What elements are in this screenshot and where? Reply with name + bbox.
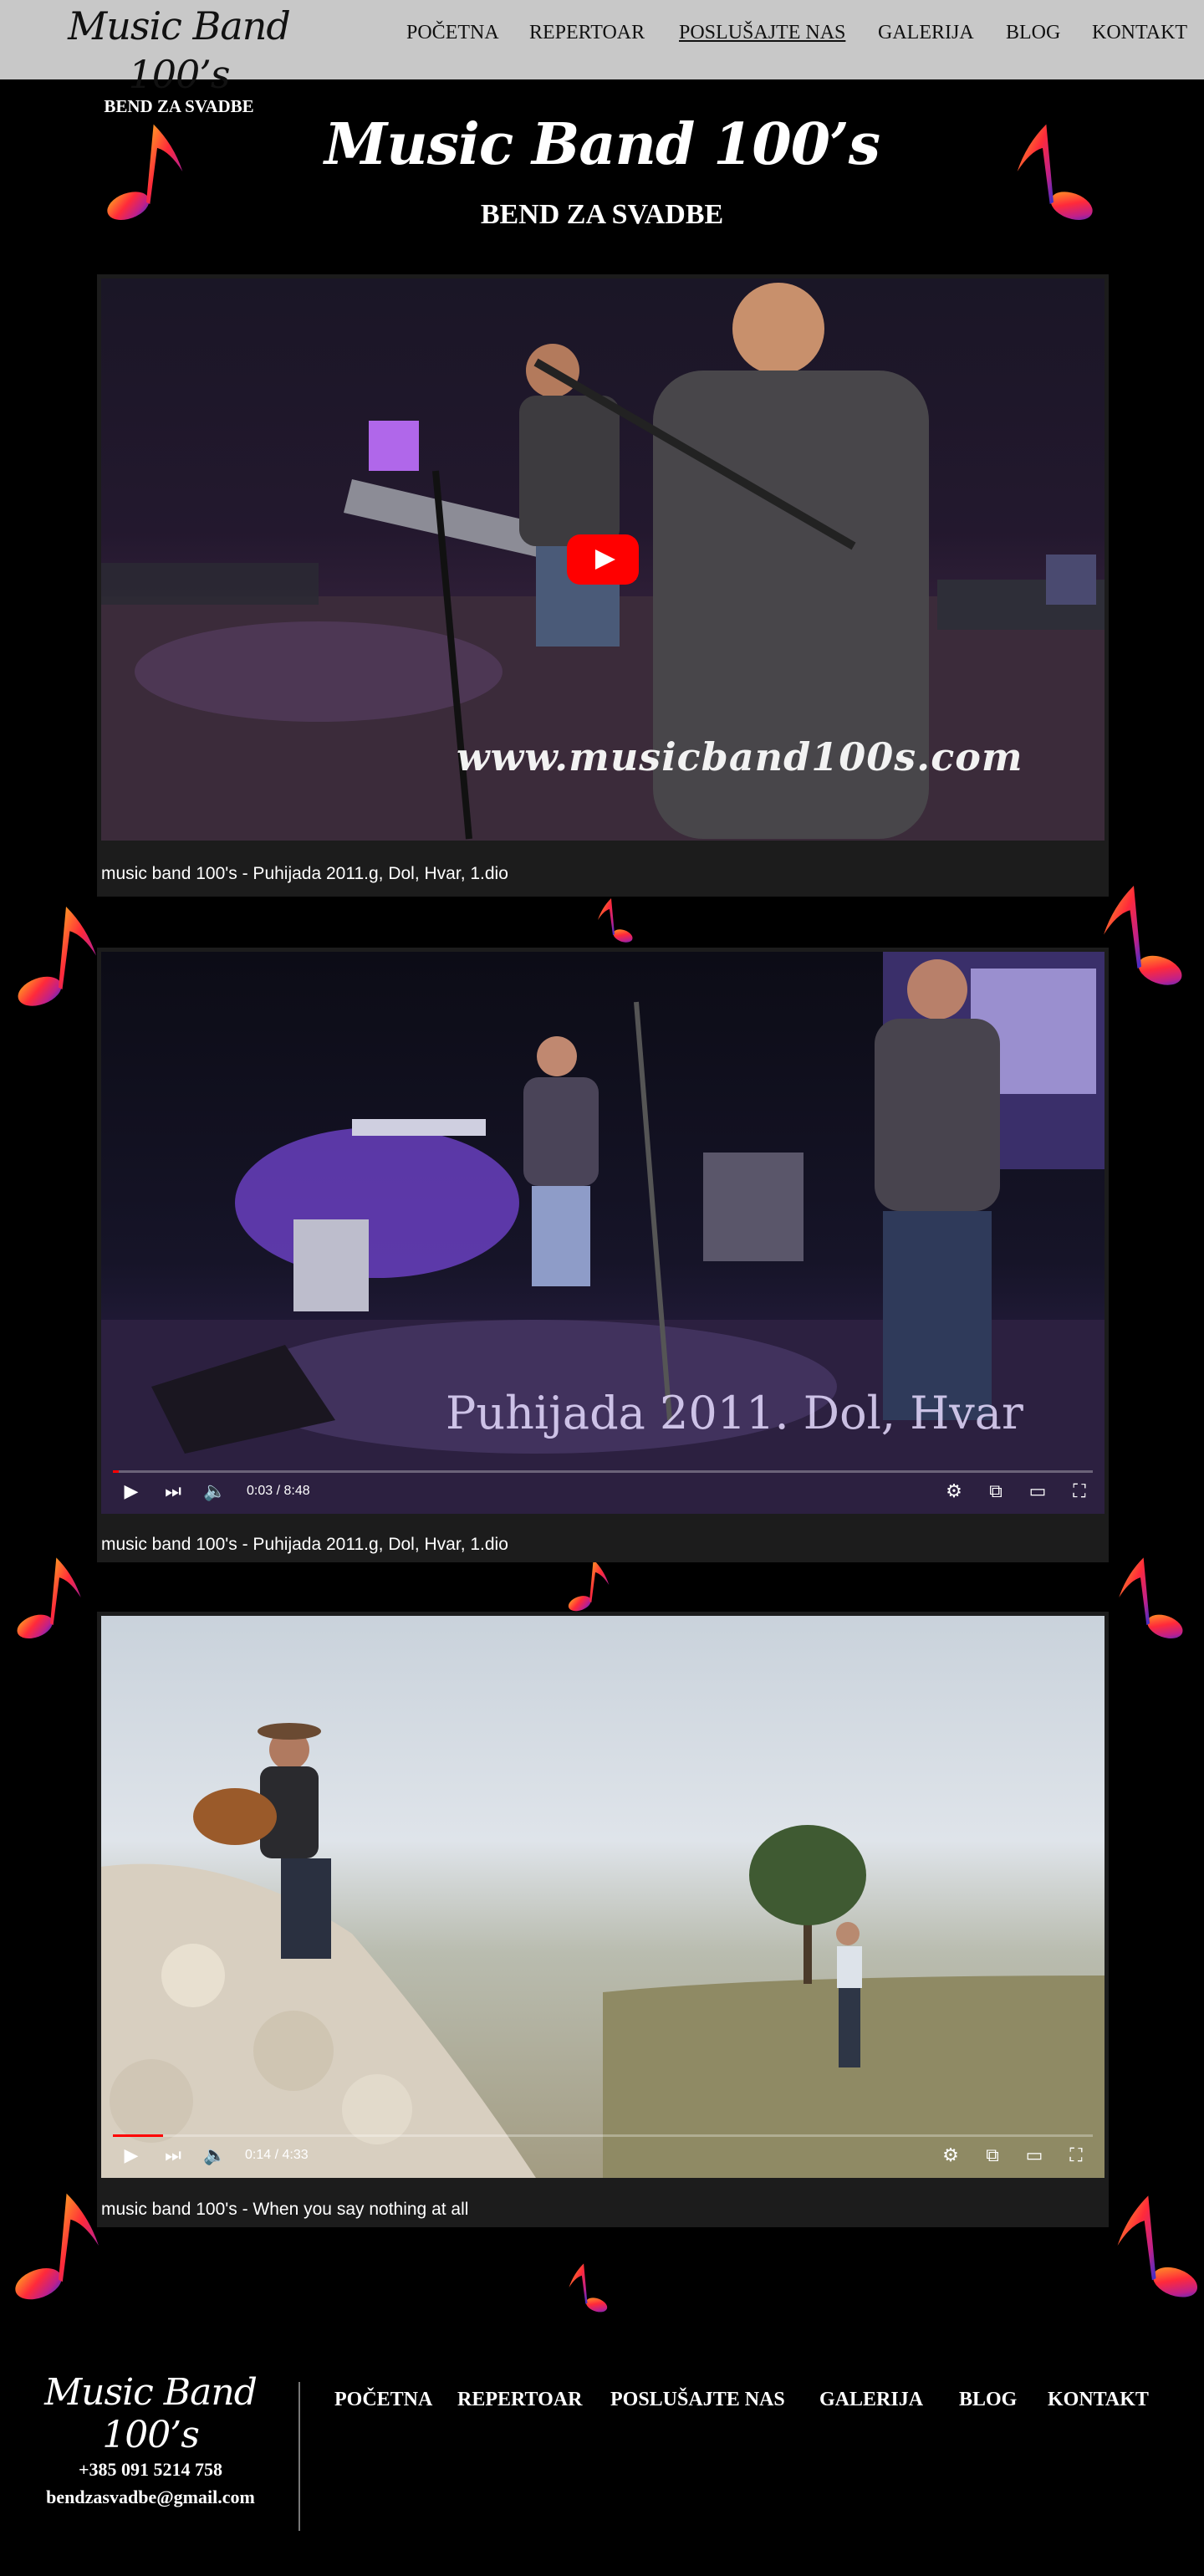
footer-logo-title[interactable]: Music Band 100’s bbox=[8, 2371, 293, 2456]
footer-divider bbox=[298, 2382, 300, 2531]
video-caption: music band 100's - Puhijada 2011.g, Dol,… bbox=[101, 1535, 508, 1554]
video-controls: ▶ ⏭ 🔈 0:14 / 4:33 ⚙ ⧉ ▭ ⛶ bbox=[101, 2131, 1105, 2178]
theater-mode-icon[interactable]: ▭ bbox=[1023, 2144, 1046, 2168]
youtube-play-button[interactable] bbox=[567, 534, 639, 585]
video-card: Puhijada 2011. Dol, Hvar ▶ ⏭ 🔈 0:03 / 8:… bbox=[97, 948, 1109, 1562]
music-note-icon bbox=[569, 2263, 608, 2313]
video-card: www.musicband100s.com music band 100's -… bbox=[97, 274, 1109, 897]
play-icon[interactable]: ▶ bbox=[120, 2144, 143, 2168]
site-logo[interactable]: Music Band 100’s BEND ZA SVADBE bbox=[37, 2, 321, 115]
video-controls: ▶ ⏭ 🔈 0:03 / 8:48 ⚙ ⧉ ▭ ⛶ bbox=[101, 1467, 1105, 1514]
gear-icon[interactable]: ⚙ bbox=[939, 2144, 962, 2168]
play-icon[interactable]: ▶ bbox=[120, 1480, 143, 1504]
footer-nav-pocetna[interactable]: POČETNA bbox=[334, 2389, 432, 2411]
video-time: 0:14 / 4:33 bbox=[245, 2148, 309, 2162]
theater-mode-icon[interactable]: ▭ bbox=[1026, 1480, 1049, 1504]
nav-link-pocetna[interactable]: POČETNA bbox=[406, 22, 499, 47]
video-card: ▶ ⏭ 🔈 0:14 / 4:33 ⚙ ⧉ ▭ ⛶ music band 100… bbox=[97, 1612, 1109, 2227]
footer-email[interactable]: bendzasvadbe@gmail.com bbox=[8, 2487, 293, 2508]
miniplayer-icon[interactable]: ⧉ bbox=[984, 1480, 1008, 1504]
fullscreen-icon[interactable]: ⛶ bbox=[1064, 2144, 1088, 2168]
gear-icon[interactable]: ⚙ bbox=[942, 1480, 966, 1504]
footer-phone[interactable]: +385 091 5214 758 bbox=[8, 2459, 293, 2481]
music-note-icon bbox=[598, 898, 633, 943]
video-caption: music band 100's - Puhijada 2011.g, Dol,… bbox=[101, 864, 508, 883]
music-note-icon bbox=[1119, 1557, 1183, 1639]
video-time: 0:03 / 8:48 bbox=[247, 1484, 310, 1498]
footer-nav-kontakt[interactable]: KONTAKT bbox=[1048, 2389, 1149, 2411]
music-note-icon bbox=[18, 907, 96, 1006]
next-icon[interactable]: ⏭ bbox=[161, 1480, 185, 1504]
music-note-icon bbox=[1017, 124, 1093, 220]
music-note-icon bbox=[568, 1559, 610, 1612]
volume-icon[interactable]: 🔈 bbox=[203, 1480, 227, 1504]
footer-nav-poslusajte-nas[interactable]: POSLUŠAJTE NAS bbox=[610, 2389, 785, 2411]
music-note-icon bbox=[15, 2193, 99, 2300]
progress-fill bbox=[113, 1470, 120, 1473]
next-icon[interactable]: ⏭ bbox=[161, 2144, 185, 2168]
nav-link-galerija[interactable]: GALERIJA bbox=[878, 22, 974, 47]
music-note-icon bbox=[1117, 2195, 1198, 2297]
progress-bar[interactable] bbox=[113, 1470, 1093, 1473]
video-overlay-title: Puhijada 2011. Dol, Hvar bbox=[446, 1387, 1023, 1439]
footer-nav-repertoar[interactable]: REPERTOAR bbox=[457, 2389, 582, 2411]
video-player[interactable]: Puhijada 2011. Dol, Hvar ▶ ⏭ 🔈 0:03 / 8:… bbox=[101, 952, 1105, 1514]
video-player[interactable]: ▶ ⏭ 🔈 0:14 / 4:33 ⚙ ⧉ ▭ ⛶ bbox=[101, 1616, 1105, 2178]
logo-title: Music Band 100’s bbox=[68, 3, 291, 97]
music-note-icon bbox=[17, 1557, 81, 1639]
top-navigation-bar: Music Band 100’s BEND ZA SVADBE POČETNA … bbox=[0, 0, 1204, 115]
miniplayer-icon[interactable]: ⧉ bbox=[981, 2144, 1004, 2168]
nav-link-kontakt[interactable]: KONTAKT bbox=[1092, 22, 1187, 47]
music-note-icon bbox=[107, 124, 183, 220]
footer-nav-blog[interactable]: BLOG bbox=[959, 2389, 1017, 2411]
progress-fill bbox=[113, 2134, 163, 2137]
video-caption: music band 100's - When you say nothing … bbox=[101, 2200, 469, 2219]
progress-bar[interactable] bbox=[113, 2134, 1093, 2137]
volume-icon[interactable]: 🔈 bbox=[203, 2144, 227, 2168]
nav-link-blog[interactable]: BLOG bbox=[1006, 22, 1060, 47]
video-watermark: www.musicband100s.com bbox=[457, 734, 1023, 779]
fullscreen-icon[interactable]: ⛶ bbox=[1068, 1480, 1091, 1504]
nav-link-repertoar[interactable]: REPERTOAR bbox=[529, 22, 645, 47]
landscape-illustration bbox=[101, 1723, 1105, 2178]
nav-link-poslusajte-nas[interactable]: POSLUŠAJTE NAS bbox=[679, 22, 845, 47]
video-thumbnail[interactable]: www.musicband100s.com bbox=[101, 279, 1105, 841]
footer-nav-galerija[interactable]: GALERIJA bbox=[819, 2389, 923, 2411]
